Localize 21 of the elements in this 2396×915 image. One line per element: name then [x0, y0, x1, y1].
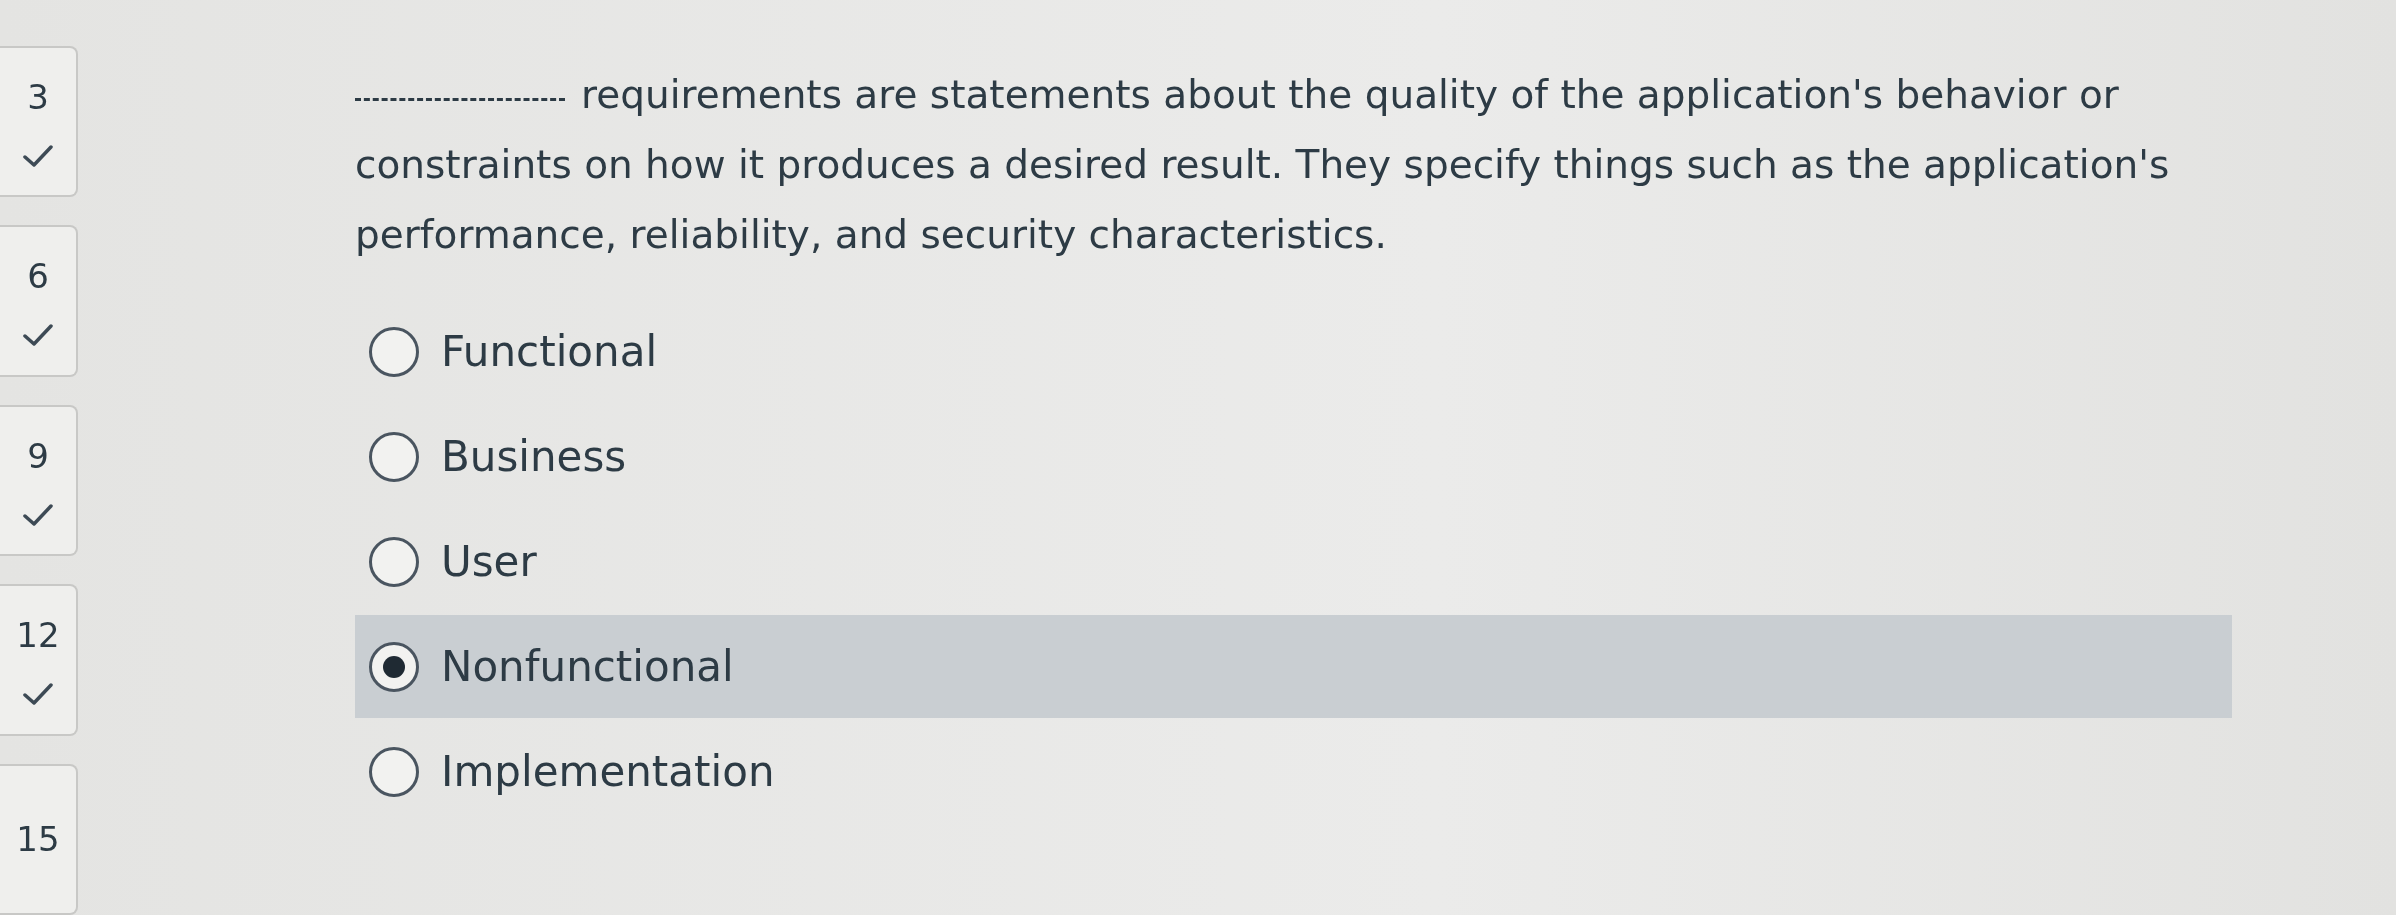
- question-number: 3: [27, 76, 49, 117]
- radio-button[interactable]: [369, 641, 419, 692]
- radio-button[interactable]: [369, 326, 419, 377]
- answer-option[interactable]: Business: [355, 405, 2232, 508]
- radio-button[interactable]: [369, 431, 419, 482]
- answer-option[interactable]: User: [355, 510, 2232, 613]
- radio-button[interactable]: [369, 536, 419, 587]
- question-nav-card[interactable]: 6: [0, 225, 78, 377]
- radio-button[interactable]: [369, 746, 419, 797]
- question-text: requirements are statements about the quality of the application's behavior or constraints on how it produces a desired result. They specify things such as the application's performance, reliability, and security characteristics.: [355, 71, 2171, 259]
- question-nav-card[interactable]: 9: [0, 404, 78, 557]
- question-number: 15: [16, 819, 60, 860]
- question-nav-card[interactable]: 3: [0, 46, 78, 198]
- question-number: 6: [27, 256, 49, 297]
- answer-option[interactable]: Functional: [355, 300, 2232, 403]
- question-number: 12: [16, 614, 60, 655]
- question-nav-card[interactable]: 15: [0, 763, 78, 915]
- answer-option[interactable]: Nonfunctional: [355, 615, 2232, 718]
- question-number: 9: [27, 435, 49, 476]
- answer-option[interactable]: Implementation: [355, 720, 2232, 823]
- question-nav-card[interactable]: 12: [0, 584, 78, 736]
